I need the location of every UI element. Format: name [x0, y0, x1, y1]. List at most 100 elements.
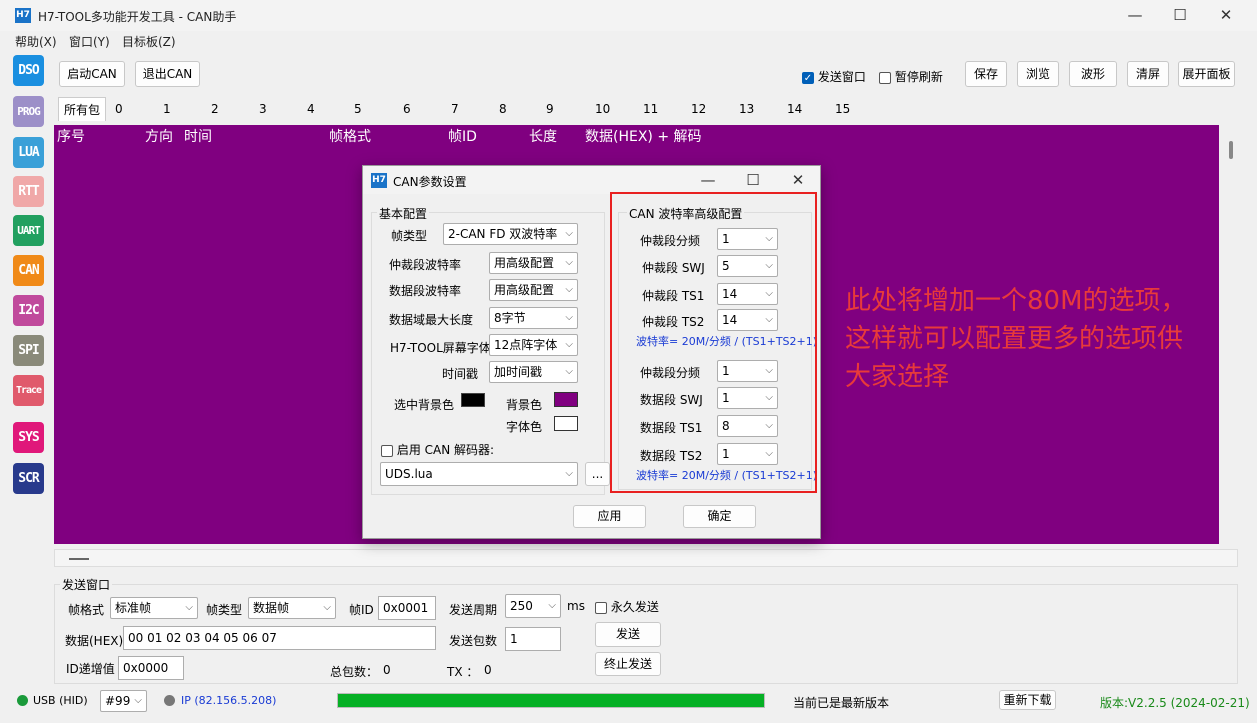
frame-id-input[interactable]: 0x0001: [378, 596, 436, 620]
sidebar-uart-button[interactable]: UART: [13, 215, 44, 246]
sidebar-dso-button[interactable]: DSO: [13, 55, 44, 86]
max-len-select[interactable]: 8字节 ⌵: [489, 307, 578, 329]
tab-channel-7[interactable]: 7: [447, 97, 463, 121]
adv-row-select[interactable]: 14 ⌵: [717, 283, 778, 305]
chevron-down-icon: ⌵: [185, 602, 193, 613]
chevron-down-icon: ⌵: [565, 284, 573, 295]
sidebar-spi-button[interactable]: SPI: [13, 335, 44, 366]
sidebar-can-button[interactable]: CAN: [13, 255, 44, 286]
tab-channel-1[interactable]: 1: [159, 97, 175, 121]
sidebar-lua-button[interactable]: LUA: [13, 137, 44, 168]
decoder-checkbox[interactable]: [381, 444, 393, 457]
hscroll-thumb[interactable]: [69, 558, 89, 560]
adv-row-select[interactable]: 5 ⌵: [717, 255, 778, 277]
minimize-button[interactable]: —: [1120, 4, 1150, 26]
dialog-close-button[interactable]: ✕: [783, 169, 813, 191]
adv-row-select[interactable]: 1 ⌵: [717, 228, 778, 250]
maximize-button[interactable]: ☐: [1165, 4, 1195, 26]
redownload-button[interactable]: 重新下载: [999, 690, 1056, 710]
adv-row-select[interactable]: 1 ⌵: [717, 443, 778, 465]
scrollbar-thumb[interactable]: [1229, 141, 1233, 159]
sidebar-trace-button[interactable]: Trace: [13, 375, 44, 406]
close-button[interactable]: ✕: [1211, 4, 1241, 26]
progress-track: [337, 693, 765, 708]
horizontal-scrollbar[interactable]: [54, 549, 1238, 567]
bg-swatch[interactable]: [554, 392, 578, 407]
stop-send-button[interactable]: 终止发送: [595, 652, 661, 676]
dialog-maximize-button[interactable]: ☐: [738, 169, 768, 191]
apply-button[interactable]: 应用: [573, 505, 646, 528]
adv-row-select[interactable]: 8 ⌵: [717, 415, 778, 437]
tab-channel-14[interactable]: 14: [783, 97, 806, 121]
decoder-browse-button[interactable]: ...: [585, 462, 610, 486]
sidebar-rtt-button[interactable]: RTT: [13, 176, 44, 207]
timestamp-label: 时间戳: [442, 367, 479, 381]
tab-channel-5[interactable]: 5: [350, 97, 366, 121]
fg-swatch[interactable]: [554, 416, 578, 431]
window-title: H7-TOOL多功能开发工具 - CAN助手: [38, 10, 237, 24]
frame-format-label: 帧格式: [68, 603, 105, 617]
count-input[interactable]: 1: [505, 627, 561, 651]
tab-channel-3[interactable]: 3: [255, 97, 271, 121]
arb-baud-select[interactable]: 用高级配置 ⌵: [489, 252, 578, 274]
sel-bg-swatch[interactable]: [461, 393, 485, 407]
timestamp-select[interactable]: 加时间戳 ⌵: [489, 361, 578, 383]
tab-channel-6[interactable]: 6: [399, 97, 415, 121]
sidebar-sys-button[interactable]: SYS: [13, 422, 44, 453]
menu-target[interactable]: 目标板(Z): [122, 33, 176, 50]
wave-button[interactable]: 波形: [1069, 61, 1117, 87]
sidebar-scr-button[interactable]: SCR: [13, 463, 44, 494]
send-window-checkbox[interactable]: ✓: [802, 71, 814, 84]
frame-id-label: 帧ID: [349, 603, 374, 617]
ip-status: IP (82.156.5.208): [181, 694, 277, 707]
exit-can-button[interactable]: 退出CAN: [135, 61, 200, 87]
ok-button[interactable]: 确定: [683, 505, 756, 528]
tab-channel-10[interactable]: 10: [591, 97, 614, 121]
adv-row-value: 14: [722, 287, 738, 301]
send-button[interactable]: 发送: [595, 622, 661, 647]
pause-refresh-toggle[interactable]: 暂停刷新: [879, 68, 943, 85]
forever-toggle[interactable]: 永久发送: [595, 598, 659, 615]
id-inc-label: ID递增值: [66, 662, 115, 676]
decoder-toggle[interactable]: 启用 CAN 解码器:: [381, 441, 494, 458]
tab-channel-4[interactable]: 4: [303, 97, 319, 121]
frame-format-select[interactable]: 标准帧 ⌵: [110, 597, 198, 619]
dialog-minimize-button[interactable]: —: [693, 169, 723, 191]
adv-row-label: 仲裁段 SWJ: [642, 261, 705, 275]
device-select[interactable]: #99 ⌵: [100, 690, 147, 712]
frame-type-select[interactable]: 2-CAN FD 双波特率 ⌵: [443, 223, 578, 245]
period-select[interactable]: 250 ⌵: [505, 594, 561, 618]
tab-channel-11[interactable]: 11: [639, 97, 662, 121]
vertical-scrollbar[interactable]: [1224, 125, 1238, 545]
tab-channel-0[interactable]: 0: [111, 97, 127, 121]
send-window-toggle[interactable]: ✓ 发送窗口: [802, 68, 866, 85]
tab-channel-9[interactable]: 9: [542, 97, 558, 121]
save-button[interactable]: 保存: [965, 61, 1007, 87]
menu-window[interactable]: 窗口(Y): [69, 33, 110, 50]
adv-row-select[interactable]: 1 ⌵: [717, 360, 778, 382]
sidebar-prog-button[interactable]: PROG: [13, 96, 44, 127]
tab-channel-15[interactable]: 15: [831, 97, 854, 121]
tab-all[interactable]: 所有包: [58, 97, 107, 121]
pause-refresh-checkbox[interactable]: [879, 71, 891, 84]
tab-channel-2[interactable]: 2: [207, 97, 223, 121]
tab-channel-12[interactable]: 12: [687, 97, 710, 121]
tab-channel-8[interactable]: 8: [495, 97, 511, 121]
menu-help[interactable]: 帮助(X): [15, 33, 57, 50]
start-can-button[interactable]: 启动CAN: [59, 61, 125, 87]
tab-channel-13[interactable]: 13: [735, 97, 758, 121]
data-baud-select[interactable]: 用高级配置 ⌵: [489, 279, 578, 301]
adv-row-select[interactable]: 1 ⌵: [717, 387, 778, 409]
adv-row-select[interactable]: 14 ⌵: [717, 309, 778, 331]
sidebar-i2c-button[interactable]: I2C: [13, 295, 44, 326]
browse-button[interactable]: 浏览: [1017, 61, 1059, 87]
send-frame-type-select[interactable]: 数据帧 ⌵: [248, 597, 336, 619]
clear-button[interactable]: 清屏: [1127, 61, 1169, 87]
forever-checkbox[interactable]: [595, 601, 607, 614]
id-inc-input[interactable]: 0x0000: [118, 656, 184, 680]
decoder-select[interactable]: UDS.lua ⌵: [380, 462, 578, 486]
screen-font-select[interactable]: 12点阵字体 ⌵: [489, 334, 578, 356]
expand-panel-button[interactable]: 展开面板: [1178, 61, 1235, 87]
chevron-down-icon: ⌵: [565, 366, 573, 377]
data-hex-input[interactable]: 00 01 02 03 04 05 06 07: [123, 626, 436, 650]
